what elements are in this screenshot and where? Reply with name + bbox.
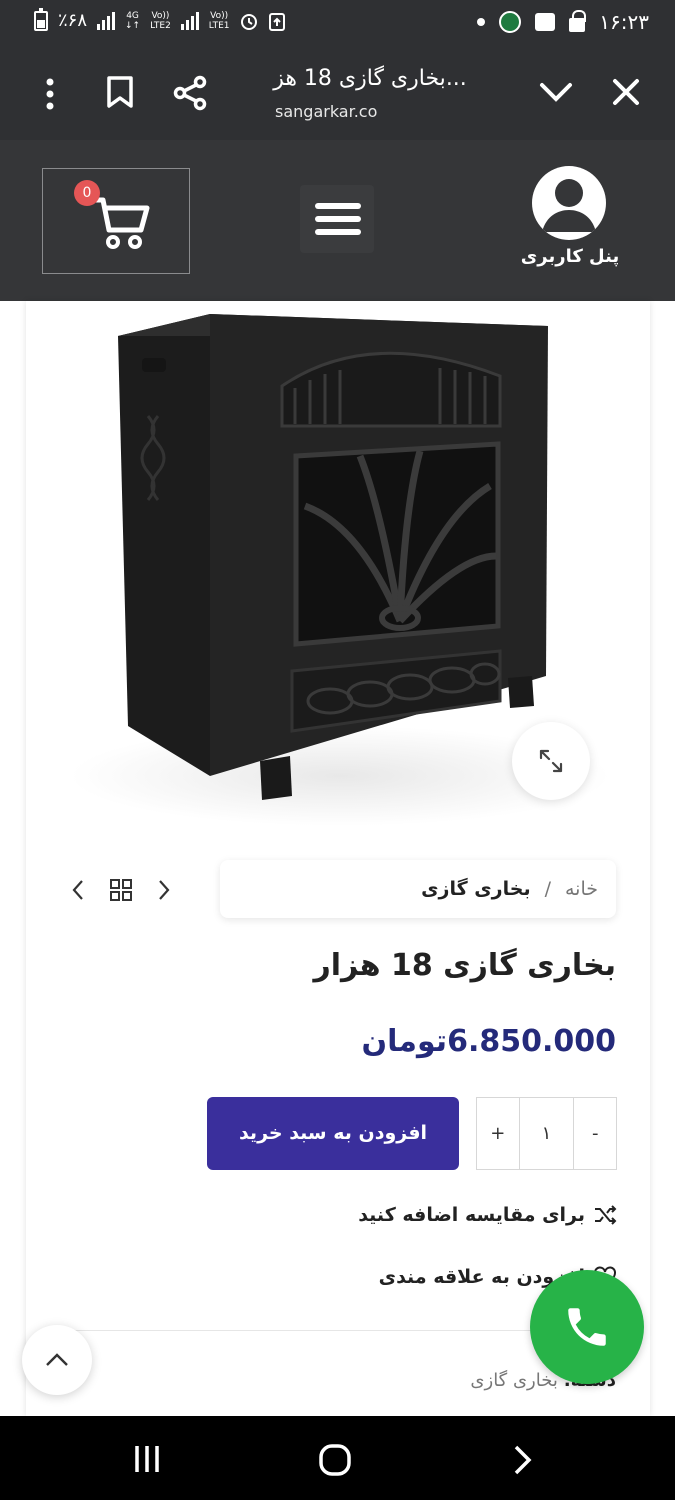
lock-icon (569, 10, 587, 32)
bookmark-icon[interactable] (100, 72, 140, 112)
back-icon[interactable] (512, 1444, 534, 1476)
breadcrumb-home-link[interactable]: خانه (565, 878, 598, 900)
user-avatar-icon[interactable] (532, 166, 606, 240)
recent-apps-icon[interactable] (132, 1444, 162, 1474)
breadcrumb-current: بخاری گازی (421, 878, 531, 900)
more-options-icon[interactable] (36, 74, 64, 114)
user-panel-label[interactable]: پنل کاربری (510, 246, 630, 267)
browser-toolbar: بخاری گازی 18 هز... sangarkar.co (0, 48, 675, 140)
network-2-indicator: Vo)) LTE1 (208, 10, 230, 31)
battery-percent: ٪۶۸ (58, 10, 88, 31)
product-title: بخاری گازی 18 هزار (313, 948, 617, 983)
system-navigation-bar (0, 1416, 675, 1500)
grid-icon[interactable] (110, 879, 132, 901)
app-notification-icon (499, 11, 522, 33)
cart-count-badge: 0 (74, 180, 100, 206)
compare-label: برای مقایسه اضافه کنید (358, 1204, 585, 1226)
scroll-to-top-button[interactable] (22, 1325, 92, 1395)
signal-icon (97, 11, 116, 30)
battery-icon (34, 7, 48, 31)
chevron-down-icon[interactable] (536, 74, 576, 110)
compare-link[interactable]: برای مقایسه اضافه کنید (330, 1204, 617, 1226)
quantity-input[interactable]: ۱ (518, 1098, 574, 1169)
quantity-plus-button[interactable]: + (477, 1098, 519, 1169)
clock: ۱۶:۲۳ (599, 10, 649, 34)
home-icon[interactable] (318, 1443, 352, 1477)
chevron-up-icon (46, 1353, 68, 1366)
status-left: ٪۶۸ 4G ↓↑ Vo)) LTE2 Vo)) LTE1 (34, 7, 286, 31)
notification-dot (477, 18, 486, 26)
chevron-left-icon[interactable] (70, 878, 86, 902)
product-navigation (66, 872, 182, 908)
category-link[interactable]: بخاری گازی (470, 1370, 557, 1391)
cart-button[interactable] (42, 168, 190, 274)
message-icon (535, 13, 556, 31)
quantity-stepper: + ۱ - (476, 1097, 617, 1170)
signal-icon-2 (180, 11, 199, 30)
menu-line-icon (315, 203, 361, 209)
share-icon[interactable] (168, 72, 212, 114)
close-icon[interactable] (606, 72, 646, 112)
breadcrumb-separator: / (544, 878, 551, 900)
status-bar: ٪۶۸ 4G ↓↑ Vo)) LTE2 Vo)) LTE1 ۱۶:۲۳ (0, 0, 675, 48)
chevron-right-icon[interactable] (156, 878, 172, 902)
page-title[interactable]: بخاری گازی 18 هز... (250, 66, 490, 91)
page-domain[interactable]: sangarkar.co (275, 102, 415, 121)
status-right: ۱۶:۲۳ (477, 10, 649, 34)
call-button[interactable] (530, 1270, 644, 1384)
menu-line-icon (315, 216, 361, 222)
add-to-cart-button[interactable]: افزودن به سبد خرید (207, 1097, 459, 1170)
shuffle-icon (595, 1205, 617, 1225)
expand-icon (539, 749, 563, 773)
expand-image-button[interactable] (512, 722, 590, 800)
product-price: 6.850.000تومان (361, 1024, 616, 1059)
menu-line-icon (315, 229, 361, 235)
breadcrumb: خانه / بخاری گازی (220, 860, 616, 918)
quantity-minus-button[interactable]: - (573, 1098, 616, 1169)
network-1-sub: Vo)) LTE2 (150, 10, 171, 31)
menu-button[interactable] (300, 185, 374, 253)
cart-icon (91, 197, 150, 249)
upload-icon (269, 12, 286, 31)
phone-icon (568, 1308, 606, 1346)
alarm-icon (241, 13, 258, 30)
network-1-indicator: 4G ↓↑ (125, 10, 141, 31)
